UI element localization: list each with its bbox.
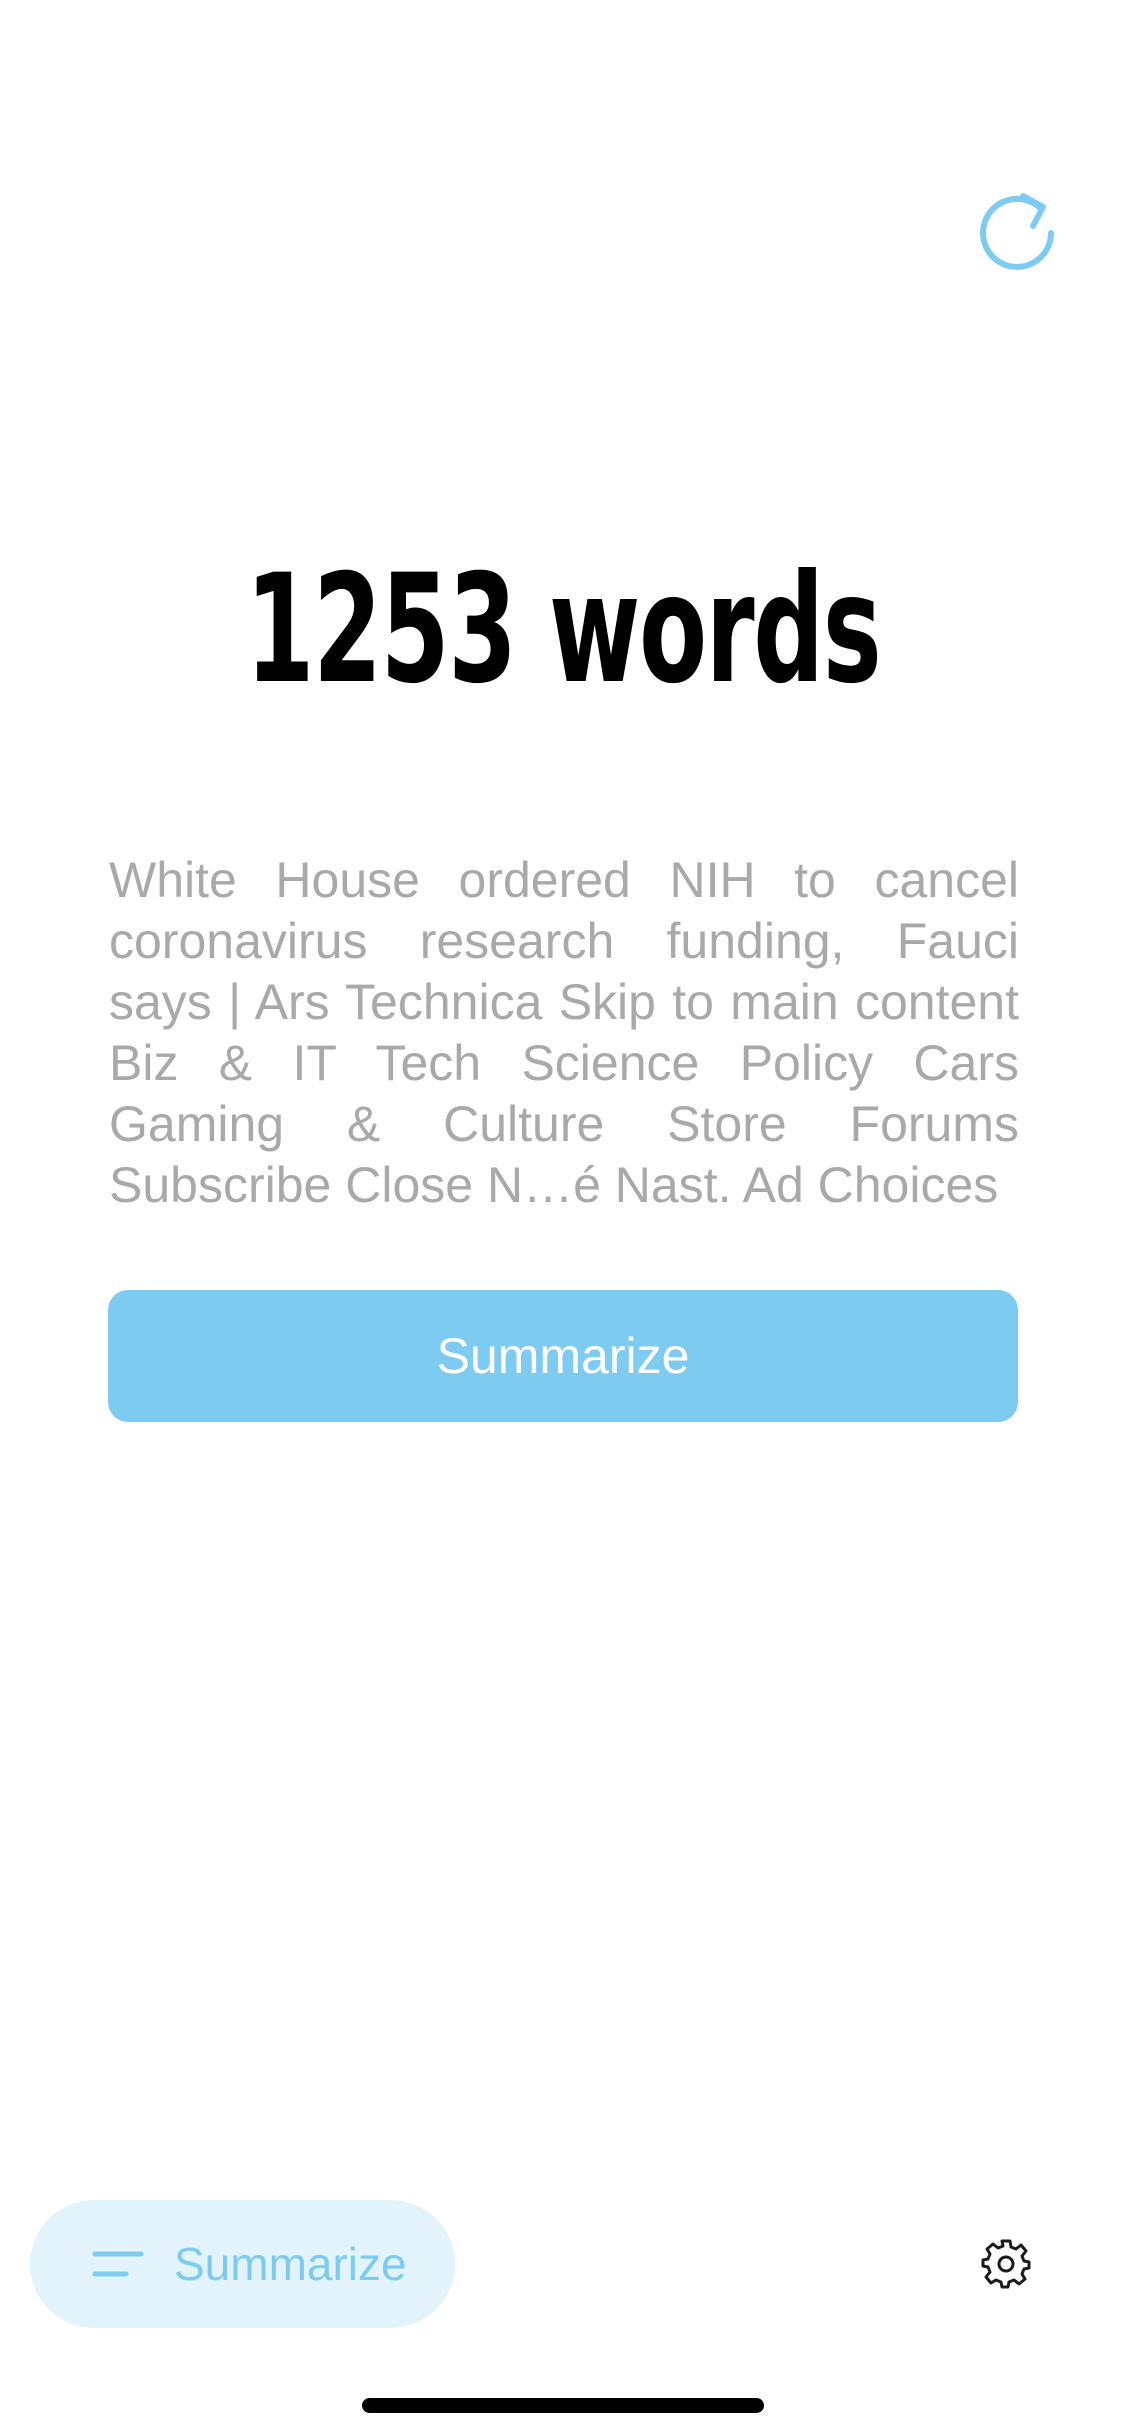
gear-icon xyxy=(981,2239,1031,2289)
article-excerpt: White House ordered NIH to cancel corona… xyxy=(109,852,1019,1213)
summarize-button[interactable]: Summarize xyxy=(108,1290,1018,1422)
refresh-icon xyxy=(980,193,1054,270)
word-count-label: 1253 words xyxy=(245,543,881,717)
word-count-heading: 1253 words xyxy=(0,555,1125,705)
refresh-button[interactable] xyxy=(973,188,1063,278)
home-indicator[interactable] xyxy=(362,2398,764,2413)
menu-lines-icon xyxy=(92,2251,144,2277)
settings-button[interactable] xyxy=(980,2238,1032,2290)
tab-summarize-label: Summarize xyxy=(174,2238,407,2290)
tab-summarize[interactable]: Summarize xyxy=(30,2200,455,2328)
